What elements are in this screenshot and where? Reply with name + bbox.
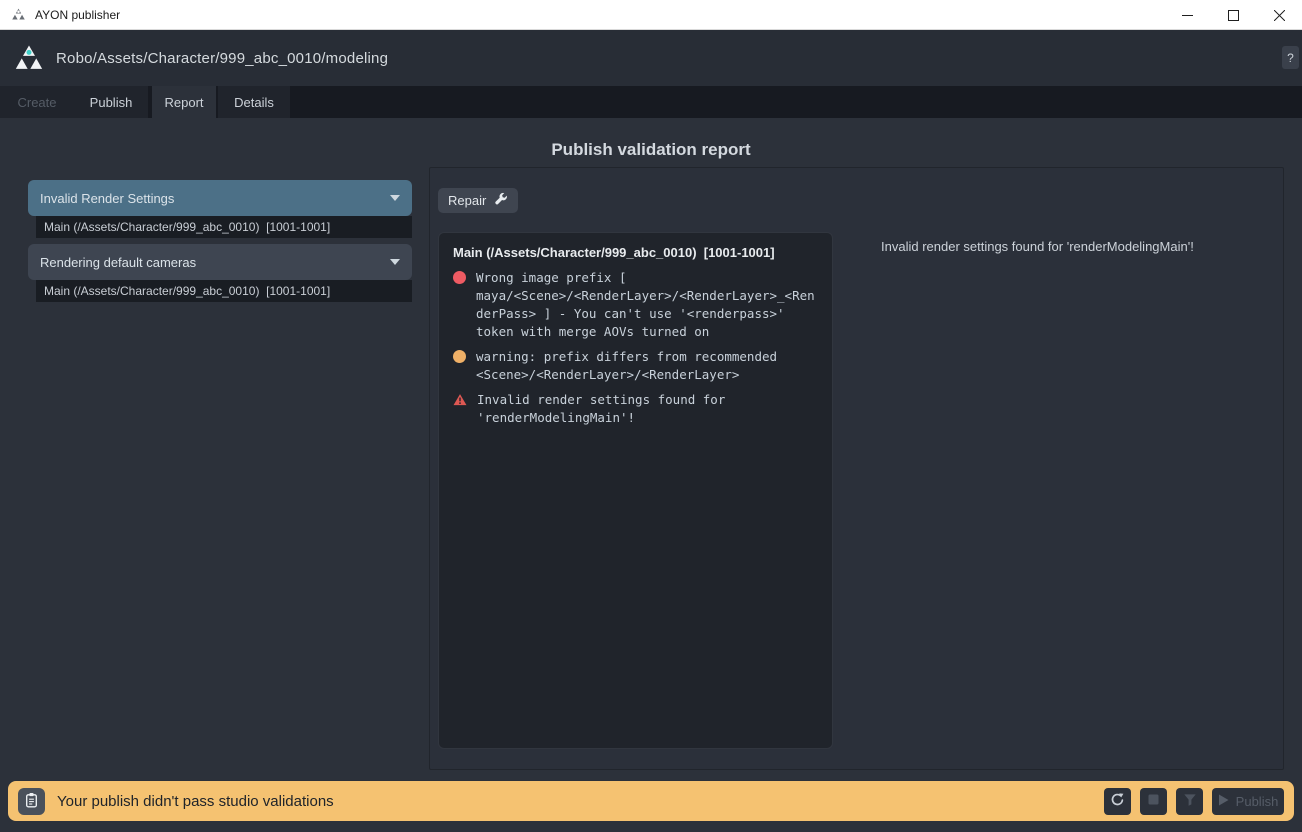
stop-publish-button[interactable] <box>1140 788 1167 815</box>
publish-button-label: Publish <box>1236 794 1279 809</box>
message-text: Invalid render settings found for 'rende… <box>477 391 818 427</box>
report-page: Publish validation report Invalid Render… <box>0 118 1302 832</box>
instance-label: Main (/Assets/Character/999_abc_0010) [1… <box>44 284 330 298</box>
maximize-icon <box>1228 10 1239 21</box>
tab-bar: Create Publish Report Details <box>0 86 1302 118</box>
validation-message: warning: prefix differs from recommended… <box>453 348 818 384</box>
titlebar: AYON publisher <box>0 0 1302 30</box>
help-button[interactable]: ? <box>1282 46 1299 69</box>
ayon-logo-icon <box>14 43 44 73</box>
error-group-title: Rendering default cameras <box>40 255 390 270</box>
reset-publish-button[interactable] <box>1104 788 1131 815</box>
wrench-icon <box>494 192 508 209</box>
close-button[interactable] <box>1256 0 1302 30</box>
instance-title: Main (/Assets/Character/999_abc_0010) [1… <box>453 245 818 260</box>
tab-create[interactable]: Create <box>0 86 74 118</box>
repair-button-label: Repair <box>448 193 486 208</box>
chevron-down-icon <box>390 195 400 201</box>
stop-icon <box>1147 793 1160 809</box>
footer-actions: Publish <box>1104 788 1284 815</box>
error-group-invalid-render-settings[interactable]: Invalid Render Settings <box>28 180 412 216</box>
chevron-down-icon <box>390 259 400 265</box>
window-title: AYON publisher <box>35 8 120 22</box>
validation-message: Wrong image prefix [ maya/<Scene>/<Rende… <box>453 269 818 341</box>
tab-report[interactable]: Report <box>152 86 216 118</box>
refresh-icon <box>1110 792 1125 810</box>
minimize-icon <box>1182 10 1193 21</box>
validation-description: Invalid render settings found for 'rende… <box>881 238 1276 256</box>
filter-funnel-icon <box>1183 793 1197 810</box>
page-title: Publish validation report <box>0 140 1302 160</box>
validation-detail-panel: Repair Main (/Assets/Character/999_abc_0… <box>429 167 1284 770</box>
message-text: warning: prefix differs from recommended… <box>476 348 818 384</box>
error-group-rendering-default-cameras[interactable]: Rendering default cameras <box>28 244 412 280</box>
context-breadcrumb: Robo/Assets/Character/999_abc_0010/model… <box>56 30 388 86</box>
error-group-title: Invalid Render Settings <box>40 191 390 206</box>
tab-publish[interactable]: Publish <box>74 86 148 118</box>
app-header: Robo/Assets/Character/999_abc_0010/model… <box>0 30 1302 86</box>
instance-row[interactable]: Main (/Assets/Character/999_abc_0010) [1… <box>36 216 412 238</box>
validate-button[interactable] <box>1176 788 1203 815</box>
instance-label: Main (/Assets/Character/999_abc_0010) [1… <box>44 220 330 234</box>
maximize-button[interactable] <box>1210 0 1256 30</box>
error-dot-icon <box>453 271 466 341</box>
play-icon <box>1218 794 1229 809</box>
message-text: Wrong image prefix [ maya/<Scene>/<Rende… <box>476 269 818 341</box>
minimize-button[interactable] <box>1164 0 1210 30</box>
close-icon <box>1274 10 1285 21</box>
repair-button[interactable]: Repair <box>438 188 518 213</box>
validation-status-message: Your publish didn't pass studio validati… <box>57 793 1104 810</box>
warning-triangle-icon <box>453 393 467 427</box>
warning-dot-icon <box>453 350 466 384</box>
validation-message-card: Main (/Assets/Character/999_abc_0010) [1… <box>438 232 833 749</box>
publish-status-bar: Your publish didn't pass studio validati… <box>8 781 1294 821</box>
app-window: AYON publisher Robo/Assets/Character/999… <box>0 0 1302 832</box>
tab-details[interactable]: Details <box>218 86 290 118</box>
clipboard-icon <box>24 792 39 811</box>
publish-button[interactable]: Publish <box>1212 788 1284 815</box>
report-details-button[interactable] <box>18 788 45 815</box>
instance-row[interactable]: Main (/Assets/Character/999_abc_0010) [1… <box>36 280 412 302</box>
app-logo-icon <box>11 7 26 22</box>
validation-message: Invalid render settings found for 'rende… <box>453 391 818 427</box>
